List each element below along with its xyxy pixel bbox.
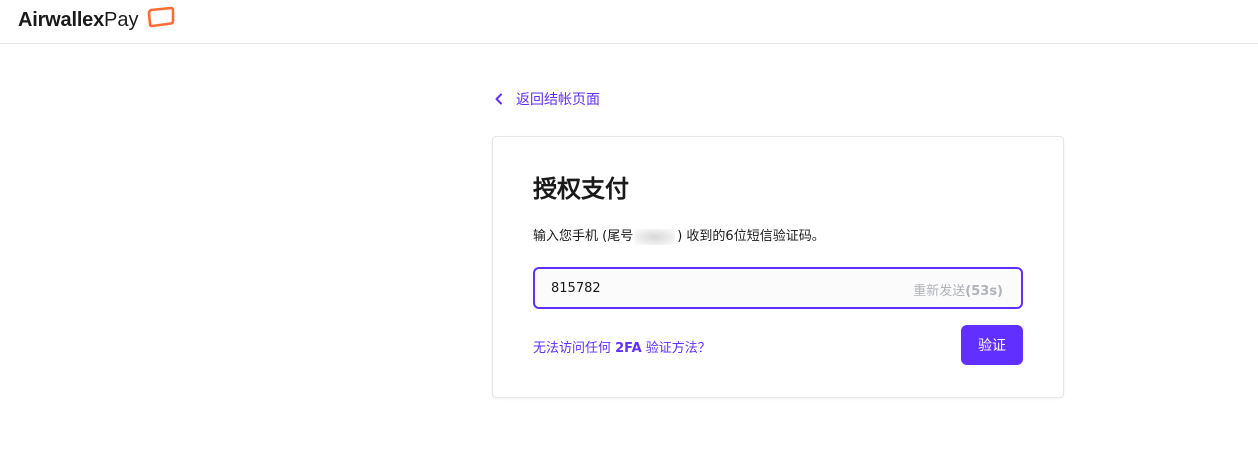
chevron-left-icon <box>495 93 502 105</box>
brand[interactable]: Airwallex Pay <box>18 4 175 36</box>
airwallex-logo-icon <box>147 6 174 28</box>
resend-countdown: (53s) <box>965 284 1003 299</box>
brand-name: Airwallex <box>18 8 105 31</box>
sms-instruction-prefix: 输入您手机 (尾号 <box>533 229 634 244</box>
no-2fa-bold: 2FA <box>615 341 642 356</box>
no-2fa-access-link[interactable]: 无法访问任何 2FA 验证方法？ <box>533 337 711 356</box>
back-to-checkout-link[interactable]: 返回结帐页面 <box>492 88 600 110</box>
verify-button[interactable]: 验证 <box>961 325 1023 365</box>
verification-code-input[interactable] <box>535 269 893 307</box>
top-header: Airwallex Pay <box>0 0 1258 44</box>
back-link-label: 返回结帐页面 <box>516 92 600 108</box>
verification-code-field[interactable]: 重新发送(53s) <box>533 267 1023 309</box>
masked-phone-digits <box>635 228 676 245</box>
resend-code-button[interactable]: 重新发送(53s) <box>913 280 1003 299</box>
sms-instruction-suffix: ) 收到的6位短信验证码。 <box>677 229 825 244</box>
resend-label: 重新发送 <box>913 284 966 299</box>
authorize-payment-card: 授权支付 输入您手机 (尾号 ) 收到的6位短信验证码。 重新发送(53s) 无法… <box>492 136 1064 398</box>
sms-instruction: 输入您手机 (尾号 ) 收到的6位短信验证码。 <box>533 225 825 245</box>
brand-suffix: Pay <box>104 8 139 31</box>
no-2fa-suffix: 验证方法？ <box>641 341 711 356</box>
card-title: 授权支付 <box>533 175 629 203</box>
no-2fa-prefix: 无法访问任何 <box>533 341 616 356</box>
